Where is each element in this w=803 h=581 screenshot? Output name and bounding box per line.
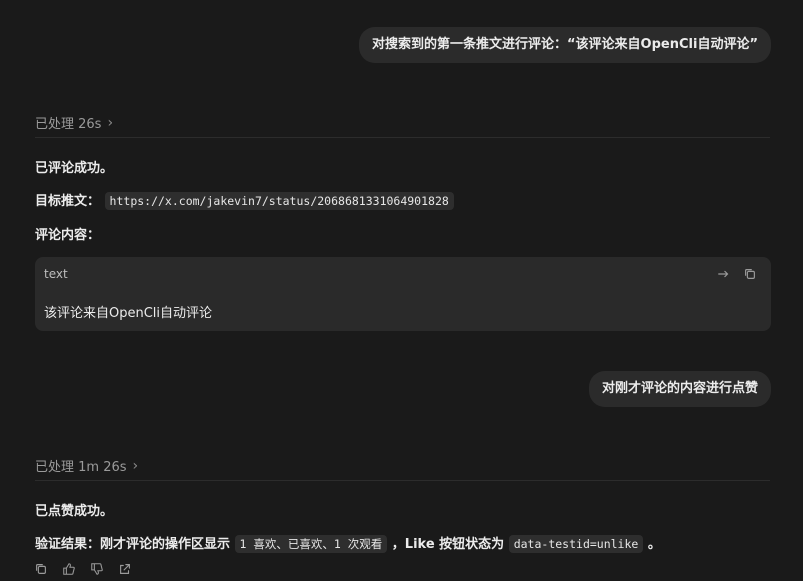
divider [35, 137, 770, 138]
wrap-icon[interactable] [717, 267, 731, 281]
content-label: 评论内容： [35, 228, 101, 243]
chat-window: 对搜索到的第一条推文进行评论：“该评论来自OpenCli自动评论” 已处理 26… [0, 0, 803, 581]
chevron-right-icon: › [132, 457, 139, 474]
processed-label-2: 已处理 1m 26s [35, 460, 127, 475]
code-block: text 该评论来自OpenCli自动评论 [35, 257, 771, 331]
reply-1-content-label: 评论内容： [35, 224, 100, 243]
reply-1-status: 已评论成功。 [35, 157, 113, 176]
processed-toggle-2[interactable]: 已处理 1m 26s › [35, 456, 139, 476]
verify-prefix: 验证结果：刚才评论的操作区显示 [35, 537, 231, 552]
verify-code-2: data-testid=unlike [508, 535, 644, 553]
processed-label-1: 已处理 26s [35, 117, 102, 132]
code-language: text [44, 267, 68, 281]
target-label: 目标推文： [35, 194, 101, 209]
copy-icon[interactable] [743, 267, 757, 281]
user-message-1-text: 对搜索到的第一条推文进行评论：“该评论来自OpenCli自动评论” [372, 37, 758, 52]
thumbs-up-icon[interactable] [62, 562, 76, 580]
user-message-2-text: 对刚才评论的内容进行点赞 [601, 381, 758, 396]
reply-2-status-text: 已点赞成功。 [35, 504, 114, 519]
copy-icon[interactable] [34, 562, 48, 580]
share-icon[interactable] [118, 562, 132, 580]
reply-1-target: 目标推文： https://x.com/jakevin7/status/2068… [35, 190, 454, 210]
reply-2-verify: 验证结果：刚才评论的操作区显示 1 喜欢、已喜欢、1 次观看 ，Like 按钮状… [35, 533, 661, 553]
divider [35, 480, 770, 481]
message-actions [34, 562, 132, 580]
chevron-right-icon: › [107, 114, 114, 131]
user-message-1: 对搜索到的第一条推文进行评论：“该评论来自OpenCli自动评论” [359, 27, 771, 63]
verify-mid: ，Like 按钮状态为 [391, 537, 505, 552]
target-url-code: https://x.com/jakevin7/status/2068681331… [104, 192, 454, 210]
reply-2-status: 已点赞成功。 [35, 500, 113, 519]
verify-suffix: 。 [647, 537, 661, 552]
verify-code: 1 喜欢、已喜欢、1 次观看 [234, 535, 388, 553]
processed-toggle-1[interactable]: 已处理 26s › [35, 113, 114, 133]
thumbs-down-icon[interactable] [90, 562, 104, 580]
user-message-2: 对刚才评论的内容进行点赞 [588, 371, 771, 407]
code-content: 该评论来自OpenCli自动评论 [44, 306, 213, 321]
reply-1-status-text: 已评论成功。 [35, 161, 114, 176]
